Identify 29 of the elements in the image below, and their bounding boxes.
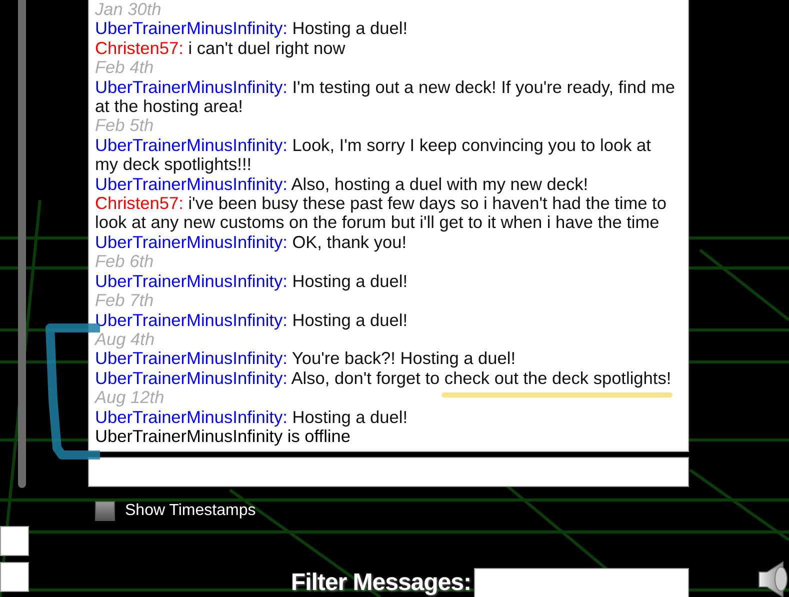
checkbox[interactable] (95, 501, 115, 521)
status-message: UberTrainerMinusInfinity is offline (95, 426, 350, 446)
message-input[interactable] (88, 457, 689, 487)
scrollbar[interactable] (18, 0, 26, 488)
date-label: Aug 12th (95, 388, 164, 408)
chat-message: UberTrainerMinusInfinity: Look, I'm sorry I keep convincing you to look at my deck spotlights!!! (95, 136, 652, 175)
chat-message: UberTrainerMinusInfinity: Also, don't forget to check out the deck spotlights! (95, 368, 672, 388)
date-label: Feb 6th (95, 252, 154, 272)
chat-message: UberTrainerMinusInfinity: Hosting a duel! (95, 408, 409, 427)
date-label: Feb 7th (95, 291, 154, 310)
chat-message: Christen57: i've been busy these past few days so i haven't had the time to look at any new customs on the forum but i'll get to it when i have the time (95, 194, 668, 233)
chat-message: UberTrainerMinusInfinity: Also, hosting a duel with my new deck! (95, 174, 590, 194)
chat-message: Christen57: i can't duel right now (95, 38, 346, 58)
chat-message: UberTrainerMinusInfinity: Hosting a duel! (95, 310, 409, 330)
speaker-icon[interactable] (757, 560, 789, 597)
date-label: Aug 4th (95, 330, 155, 350)
chat-message: UberTrainerMinusInfinity: You're back?! Hosting a duel! (95, 349, 517, 369)
filter-field[interactable] (474, 568, 689, 597)
input-field[interactable] (0, 526, 29, 556)
date-label: Feb 5th (95, 116, 154, 136)
checkbox-label: Show Timestamps (125, 501, 256, 521)
chat-message: UberTrainerMinusInfinity: I'm testing out a new deck! If you're ready, find me at the hosting area! (95, 78, 676, 116)
chat-message: UberTrainerMinusInfinity: OK, thank you! (95, 232, 408, 252)
chat-message: UberTrainerMinusInfinity: Hosting a duel! (95, 272, 409, 292)
date-label: Jan 30th (95, 0, 162, 20)
chat-message: UberTrainerMinusInfinity: Hosting a duel! (95, 19, 409, 39)
date-label: Feb 4th (95, 58, 154, 78)
input-field[interactable] (0, 562, 29, 592)
filter-label: Filter Messages: (290, 568, 471, 597)
